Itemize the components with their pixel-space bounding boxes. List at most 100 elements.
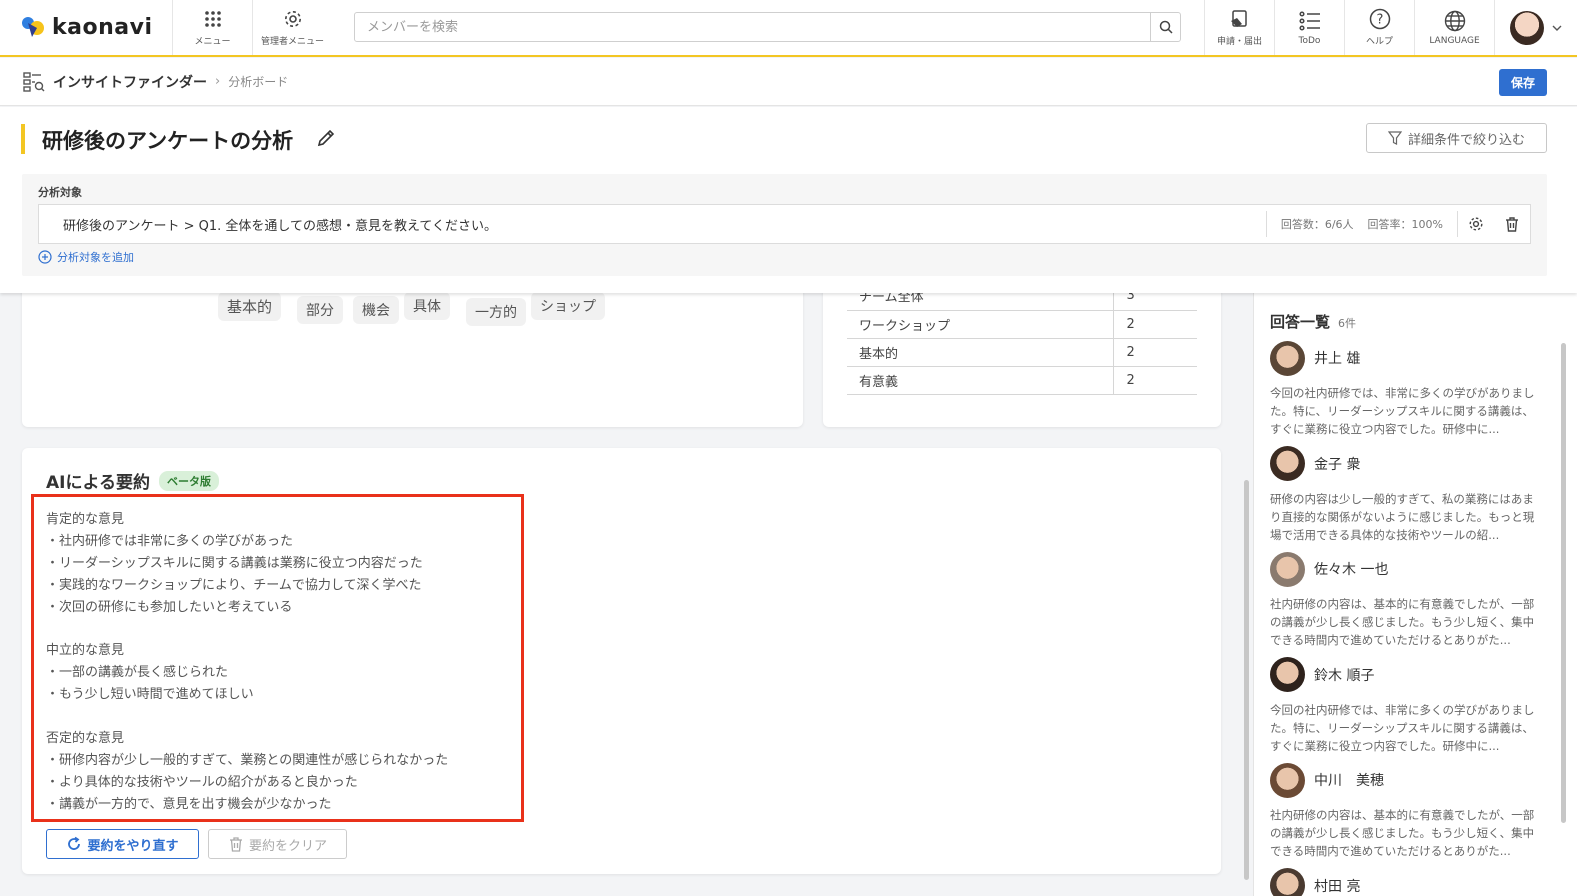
word-cloud-card: 基本的 部分 機会 具体 一方的 ショップ	[22, 270, 803, 427]
word-cloud-word[interactable]: 一方的	[466, 298, 526, 326]
response-list-scrollbar[interactable]	[1561, 343, 1566, 823]
top-header: kaonavi メニュー 管理者メニュー 申請・届出	[0, 0, 1577, 57]
word-cloud-word[interactable]: ショップ	[531, 292, 605, 320]
help-label: ヘルプ	[1365, 37, 1393, 47]
search-button[interactable]	[1150, 13, 1180, 41]
clear-summary-label: 要約をクリア	[248, 838, 327, 854]
freq-word: 基本的	[847, 338, 1114, 367]
respondent-name: 佐々木 一也	[1314, 562, 1389, 578]
target-settings-button[interactable]	[1458, 205, 1494, 243]
respondent-name: 中川 美穂	[1314, 773, 1384, 789]
redo-summary-label: 要約をやり直す	[87, 838, 179, 854]
response-item[interactable]: 佐々木 一也 社内研修の内容は、基本的に有意義でしたが、一部の講義が少し長く感じま…	[1270, 551, 1544, 649]
logo-text: kaonavi	[52, 15, 153, 40]
response-item[interactable]: 井上 雄今回の社内研修では、非常に多くの学びがありました。特に、リーダーシップス…	[1270, 340, 1544, 438]
todo-list-icon	[1298, 10, 1321, 32]
freq-count: 2	[1113, 366, 1197, 395]
ai-summary-title: AIによる要約	[46, 473, 150, 493]
table-row: 基本的 2	[847, 338, 1197, 367]
analysis-target-question: 研修後のアンケート > Q1. 全体を通しての感想・意見を教えてください。	[63, 218, 497, 234]
table-row: 有意義 2	[847, 366, 1197, 395]
application-label: 申請・届出	[1216, 37, 1262, 47]
user-avatar	[1509, 10, 1544, 45]
insight-finder-icon	[23, 71, 45, 92]
todo-button[interactable]: ToDo	[1274, 0, 1344, 55]
summary-line: ・より具体的な技術やツールの紹介があると良かった	[46, 774, 358, 790]
gear-icon	[1469, 217, 1483, 231]
respondent-avatar	[1270, 340, 1305, 376]
breadcrumb: インサイトファインダー › 分析ボード	[0, 71, 288, 93]
filter-icon	[1387, 131, 1402, 145]
freq-word: ワークショップ	[847, 310, 1114, 339]
add-target-label: 分析対象を追加	[57, 251, 134, 264]
filter-button[interactable]: 詳細条件で絞り込む	[1366, 123, 1547, 153]
help-button[interactable]: ? ヘルプ	[1344, 0, 1414, 55]
trash-icon	[229, 837, 242, 852]
freq-count: 2	[1113, 310, 1197, 339]
filter-label: 詳細条件で絞り込む	[1407, 132, 1525, 148]
word-cloud-word[interactable]: 基本的	[218, 292, 282, 321]
summary-line: 中立的な意見	[46, 643, 125, 659]
table-row: ワークショップ 2	[847, 310, 1197, 339]
edit-pencil-icon[interactable]	[316, 128, 336, 148]
response-header: 井上 雄	[1270, 340, 1544, 376]
answer-rate: 回答率：100%	[1367, 218, 1443, 231]
right-nav: 申請・届出 ToDo ? ヘルプ LANGUAGE	[1204, 0, 1576, 55]
title-accent-bar	[21, 124, 25, 154]
answer-count: 回答数：6/6人	[1280, 218, 1354, 231]
grid-icon	[202, 8, 224, 30]
summary-line: 否定的な意見	[46, 730, 125, 746]
member-search-input[interactable]	[355, 13, 1150, 41]
refresh-icon	[68, 836, 81, 850]
ai-summary-card: AIによる要約 ベータ版 肯定的な意見 ・社内研修では非常に多くの学びがあった ・リ…	[22, 448, 1221, 874]
gear-icon	[282, 8, 304, 30]
application-button[interactable]: 申請・届出	[1204, 0, 1274, 55]
response-list-header: 回答一覧 6件	[1270, 311, 1356, 332]
page-title: 研修後のアンケートの分析	[42, 129, 294, 153]
response-item[interactable]: 金子 衆研修の内容は少し一般的すぎて、私の業務にはあまり直接的な関係がないように…	[1270, 446, 1544, 544]
word-frequency-card: チーム全体 3 ワークショップ 2 基本的 2 有意義 2	[823, 270, 1221, 427]
add-target-link[interactable]: 分析対象を追加	[38, 249, 134, 265]
respondent-avatar	[1270, 868, 1305, 896]
breadcrumb-root[interactable]: インサイトファインダー	[53, 72, 207, 92]
summary-line: ・次回の研修にも参加したいと考えている	[46, 599, 293, 615]
word-cloud-word[interactable]: 機会	[353, 296, 399, 324]
response-item[interactable]: 鈴木 順子今回の社内研修では、非常に多くの学びがありました。特に、リーダーシップ…	[1270, 657, 1544, 755]
user-menu-button[interactable]	[1494, 0, 1576, 55]
target-delete-button[interactable]	[1494, 205, 1530, 243]
admin-menu-button[interactable]: 管理者メニュー	[252, 0, 332, 55]
menu-label: メニュー	[194, 37, 231, 47]
redo-summary-button[interactable]: 要約をやり直す	[46, 829, 199, 859]
respondent-avatar	[1270, 657, 1305, 692]
response-item[interactable]: 中川 美穂 社内研修の内容は、基本的に有意義でしたが、一部の講義が少し長く感じまし…	[1270, 762, 1544, 860]
application-icon	[1229, 8, 1251, 30]
freq-word: 有意義	[847, 366, 1114, 395]
response-header: 金子 衆	[1270, 446, 1544, 482]
respondent-name: 金子 衆	[1314, 456, 1361, 473]
globe-icon	[1444, 10, 1466, 32]
menu-button[interactable]: メニュー	[172, 0, 252, 55]
summary-line	[46, 706, 509, 728]
word-cloud-word[interactable]: 具体	[404, 292, 450, 320]
summary-line: ・一部の講義が長く感じられた	[46, 665, 229, 681]
response-list-title: 回答一覧	[1270, 313, 1331, 331]
language-button[interactable]: LANGUAGE	[1414, 0, 1494, 55]
response-header: 鈴木 順子	[1270, 657, 1544, 693]
beta-badge: ベータ版	[158, 470, 219, 491]
respondent-name: 村田 亮	[1314, 878, 1361, 895]
clear-summary-button[interactable]: 要約をクリア	[208, 829, 347, 859]
summary-line	[46, 618, 509, 640]
word-cloud-word[interactable]: 部分	[297, 296, 343, 324]
kaonavi-logo[interactable]: kaonavi	[0, 0, 172, 55]
response-text: 今回の社内研修では、非常に多くの学びがありました。特に、リーダーシップスキルに関…	[1270, 702, 1535, 753]
respondent-name: 井上 雄	[1314, 351, 1361, 367]
title-area: 研修後のアンケートの分析 詳細条件で絞り込む 分析対象 研修後のアンケート > …	[0, 107, 1577, 293]
save-button[interactable]: 保存	[1499, 69, 1547, 96]
admin-menu-label: 管理者メニュー	[260, 37, 324, 47]
breadcrumb-current: 分析ボード	[228, 75, 289, 89]
analysis-target-panel: 分析対象 研修後のアンケート > Q1. 全体を通しての感想・意見を教えてくださ…	[22, 174, 1547, 276]
response-item[interactable]: 村田 亮	[1270, 868, 1544, 896]
response-header: 佐々木 一也	[1270, 551, 1544, 587]
main-scrollbar[interactable]	[1244, 480, 1249, 880]
respondent-avatar	[1270, 551, 1305, 587]
